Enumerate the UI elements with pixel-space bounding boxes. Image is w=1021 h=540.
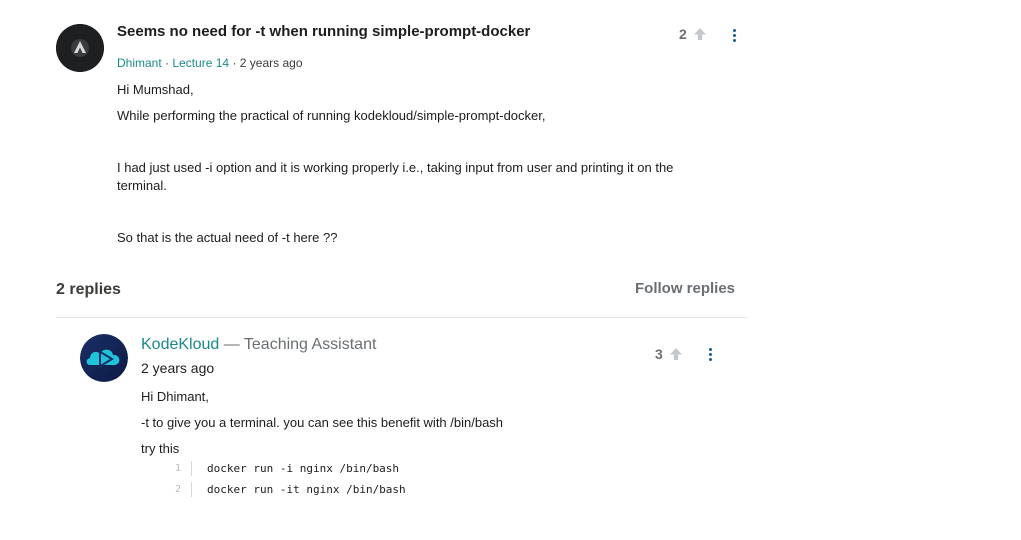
code-text: docker run -it nginx /bin/bash (207, 483, 406, 496)
replies-divider (56, 317, 747, 318)
kebab-menu-icon (732, 29, 736, 32)
reply-author-role: — Teaching Assistant (219, 336, 377, 353)
question-body-paragraph: So that is the actual need of -t here ?? (117, 230, 338, 245)
question-title[interactable]: Seems no need for -t when running simple… (117, 23, 530, 40)
reply-upvote-button[interactable]: 3 (655, 346, 683, 362)
arrow-up-icon (693, 28, 706, 40)
avatar-logo-icon (56, 24, 104, 72)
question-body-paragraph: I had just used -i option and it is work… (117, 160, 674, 193)
reply-body-paragraph: -t to give you a terminal. you can see t… (141, 415, 504, 430)
reply-header: KodeKloud — Teaching Assistant (141, 336, 376, 354)
question-more-button[interactable] (731, 29, 737, 42)
question-body-greeting: Hi Mumshad, (117, 82, 194, 97)
kebab-menu-icon (708, 348, 712, 351)
question-body-paragraph: While performing the practical of runnin… (117, 108, 546, 123)
question-upvote-button[interactable]: 2 (679, 26, 707, 42)
reply-more-button[interactable] (707, 348, 713, 361)
reply-timestamp: 2 years ago (141, 360, 215, 376)
question-upvote-count: 2 (679, 26, 687, 42)
arrow-up-icon (669, 348, 682, 360)
meta-separator: · (232, 56, 237, 70)
reply-body-greeting: Hi Dhimant, (141, 389, 209, 404)
question-author-link[interactable]: Dhimant (117, 56, 162, 70)
lecture-link[interactable]: Lecture 14 (172, 56, 229, 70)
question-timestamp: 2 years ago (239, 56, 303, 70)
question-author-avatar[interactable] (56, 24, 104, 72)
code-line: 1 docker run -i nginx /bin/bash (141, 458, 406, 479)
kodekloud-logo-icon (80, 334, 128, 382)
reply-author-avatar[interactable] (80, 334, 128, 382)
code-line-number: 1 (141, 461, 192, 476)
meta-separator: · (165, 56, 170, 70)
replies-count: 2 replies (56, 281, 121, 298)
reply-upvote-count: 3 (655, 346, 663, 362)
code-block: 1 docker run -i nginx /bin/bash 2 docker… (141, 458, 406, 500)
follow-replies-button[interactable]: Follow replies (635, 280, 735, 297)
question-meta: Dhimant · Lecture 14 · 2 years ago (117, 56, 303, 70)
code-text: docker run -i nginx /bin/bash (207, 462, 400, 475)
code-line-number: 2 (141, 482, 192, 497)
reply-author-link[interactable]: KodeKloud (141, 336, 219, 353)
reply-body-paragraph: try this (141, 441, 180, 456)
code-line: 2 docker run -it nginx /bin/bash (141, 479, 406, 500)
